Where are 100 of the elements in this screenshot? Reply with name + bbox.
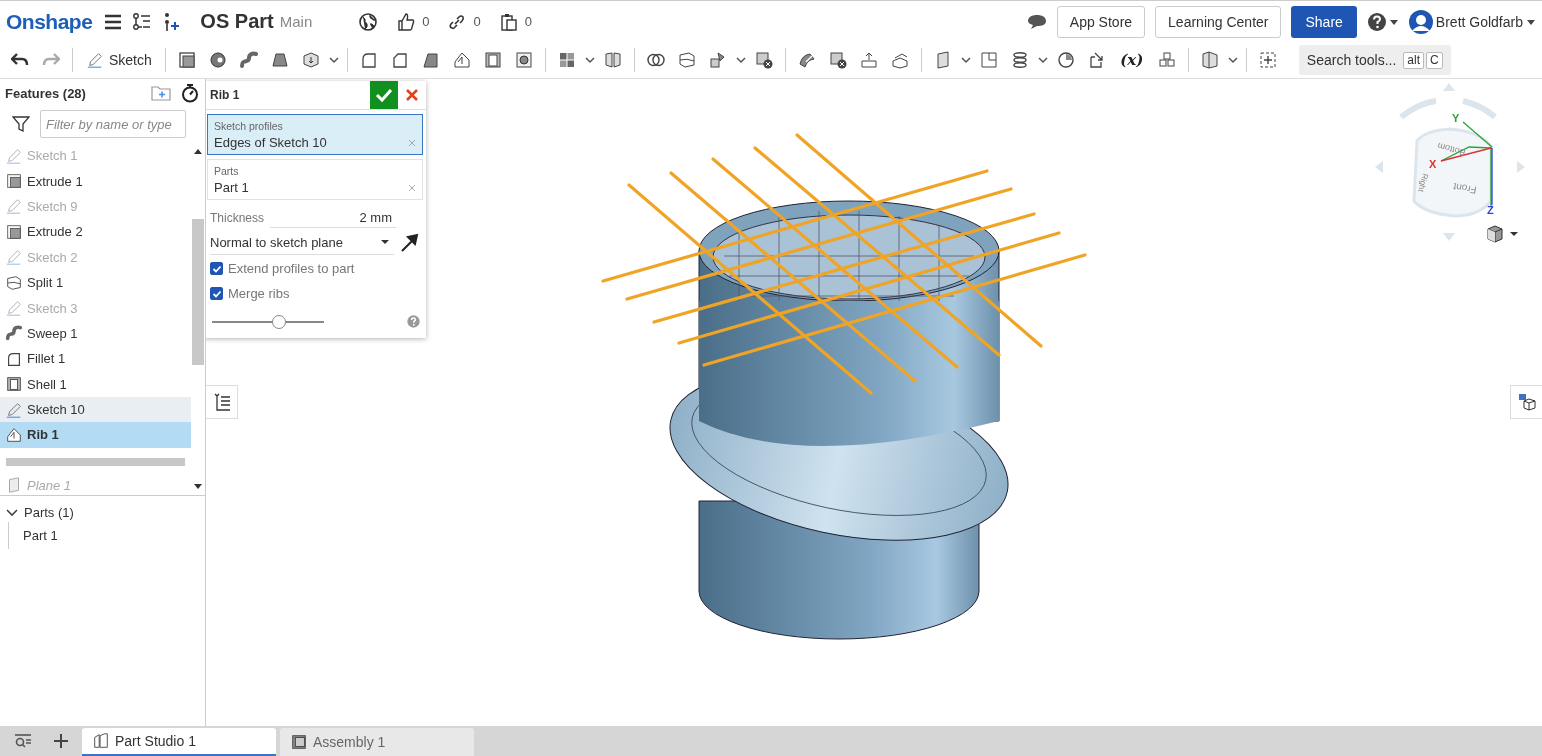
split-icon — [5, 273, 23, 292]
shortcut-key: alt — [1403, 51, 1424, 69]
pencil-icon — [5, 197, 23, 216]
side-panel-button[interactable] — [1510, 385, 1542, 419]
assembly-icon — [290, 733, 308, 751]
caret-icon[interactable] — [1036, 54, 1049, 66]
checkbox[interactable] — [210, 287, 223, 300]
scroll-up-icon[interactable] — [193, 147, 203, 155]
branch-add-icon[interactable] — [162, 11, 181, 32]
search-placeholder: Search tools... — [1306, 52, 1397, 68]
rib-icon — [451, 50, 472, 70]
scroll-down-icon[interactable] — [193, 483, 203, 491]
variable-tool-button[interactable]: (x) — [1113, 45, 1150, 75]
feature-item[interactable]: Sweep 1 — [0, 320, 191, 347]
count-value: 0 — [524, 14, 532, 29]
caret-icon[interactable] — [959, 54, 972, 66]
caret-icon[interactable] — [583, 54, 596, 66]
feature-item[interactable]: Extrude 2 — [0, 219, 191, 245]
panel-title: Features (28) — [5, 85, 87, 101]
app-logo[interactable]: Onshape — [6, 9, 93, 34]
sheet-icon — [978, 50, 999, 70]
pipe-icon — [238, 50, 259, 70]
chevron-down-icon[interactable] — [6, 506, 18, 518]
search-tools-field[interactable]: Search tools... alt C — [1298, 45, 1451, 75]
hole-icon — [513, 50, 534, 70]
cubes-icon — [1156, 50, 1177, 70]
shaded-cube-icon[interactable] — [1486, 225, 1504, 243]
cube-grid-icon — [1516, 392, 1537, 412]
caret-icon[interactable] — [1226, 54, 1239, 66]
shell-icon — [482, 50, 503, 70]
feature-item[interactable]: Extrude 1 — [0, 168, 191, 194]
delete-icon — [753, 50, 774, 70]
checkbox-label: Extend profiles to part — [228, 261, 355, 276]
stopwatch-icon[interactable] — [181, 83, 199, 103]
help-icon[interactable] — [1366, 11, 1387, 32]
delete-icon — [827, 50, 848, 70]
branch-name[interactable]: Main — [279, 13, 313, 30]
count-value: 0 — [473, 14, 481, 29]
selection-field[interactable]: Sketch profiles Edges of Sketch 10 — [207, 114, 423, 155]
share-button[interactable]: Share — [1291, 5, 1357, 38]
feature-item[interactable]: Fillet 1 — [0, 346, 191, 372]
slider-thumb[interactable] — [272, 314, 287, 329]
chat-icon[interactable] — [1026, 12, 1047, 31]
filter-field[interactable]: Filter by name or type — [40, 110, 186, 138]
cube-face-label: Front — [1452, 181, 1478, 196]
clipboard-icon[interactable] — [498, 11, 519, 32]
trapezoid-icon — [269, 50, 290, 70]
feature-item[interactable]: Sketch 10 — [0, 396, 191, 423]
feature-item[interactable]: Rib 1 — [0, 422, 191, 448]
cube-face-label: Bottom — [1436, 140, 1467, 158]
direction-dropdown[interactable]: Normal to sketch plane — [210, 230, 394, 255]
feature-item[interactable]: Split 1 — [0, 269, 191, 296]
document-tab[interactable]: Part Studio 1 — [82, 728, 276, 756]
header-button[interactable]: App Store — [1056, 5, 1146, 38]
list-toggle-button[interactable] — [206, 385, 238, 419]
axis-label: Y — [1452, 112, 1460, 124]
clock-icon — [1055, 50, 1076, 70]
sketch-button[interactable]: Sketch — [80, 45, 158, 75]
face-icon — [858, 50, 879, 70]
checkbox-label: Merge ribs — [228, 286, 290, 301]
document-title: OS Part — [200, 10, 274, 33]
caret-icon[interactable] — [327, 54, 340, 66]
close-icon — [405, 88, 419, 102]
user-name[interactable]: Brett Goldfarb — [1435, 13, 1523, 30]
split-icon — [676, 50, 697, 70]
cube-face-label: Right — [1416, 172, 1430, 193]
accept-button[interactable] — [370, 81, 398, 109]
search-list-icon — [14, 733, 32, 749]
add-folder-icon[interactable] — [151, 85, 171, 101]
filter-icon[interactable] — [12, 115, 30, 133]
part-item[interactable]: Part 1 — [23, 528, 58, 543]
avatar-icon[interactable] — [1408, 9, 1433, 34]
header-button[interactable]: Learning Center — [1155, 5, 1282, 38]
pencil-icon — [5, 146, 23, 165]
caret-icon[interactable] — [734, 54, 747, 66]
thickness-field[interactable]: 2 mm — [270, 208, 396, 228]
caret-icon[interactable] — [1510, 231, 1518, 237]
checkbox[interactable] — [210, 262, 223, 275]
field-label: Parts — [214, 165, 240, 177]
feature-item[interactable]: Shell 1 — [0, 371, 191, 397]
selection-field[interactable]: Parts Part 1 — [207, 159, 423, 200]
caret-icon[interactable] — [380, 239, 390, 245]
parts-title[interactable]: Parts (1) — [24, 504, 74, 520]
thumbs-up-icon[interactable] — [396, 11, 417, 32]
tree-list-icon[interactable] — [132, 11, 153, 32]
undo-icon — [11, 52, 29, 68]
scrollbar-thumb[interactable] — [192, 219, 204, 365]
pencil-icon — [5, 248, 23, 267]
globe-icon[interactable] — [358, 11, 379, 32]
arrow-icon[interactable] — [400, 232, 420, 253]
pencil-icon — [5, 400, 23, 419]
plus-icon — [53, 733, 69, 749]
shell-icon — [5, 375, 23, 394]
parallelogram-icon — [420, 50, 441, 70]
document-tab[interactable]: Assembly 1 — [280, 728, 474, 756]
face-icon — [796, 50, 817, 70]
field-value: Part 1 — [214, 180, 249, 195]
add-box-icon — [1257, 50, 1278, 70]
cube-icon — [300, 50, 321, 70]
menu-icon[interactable] — [104, 12, 123, 31]
